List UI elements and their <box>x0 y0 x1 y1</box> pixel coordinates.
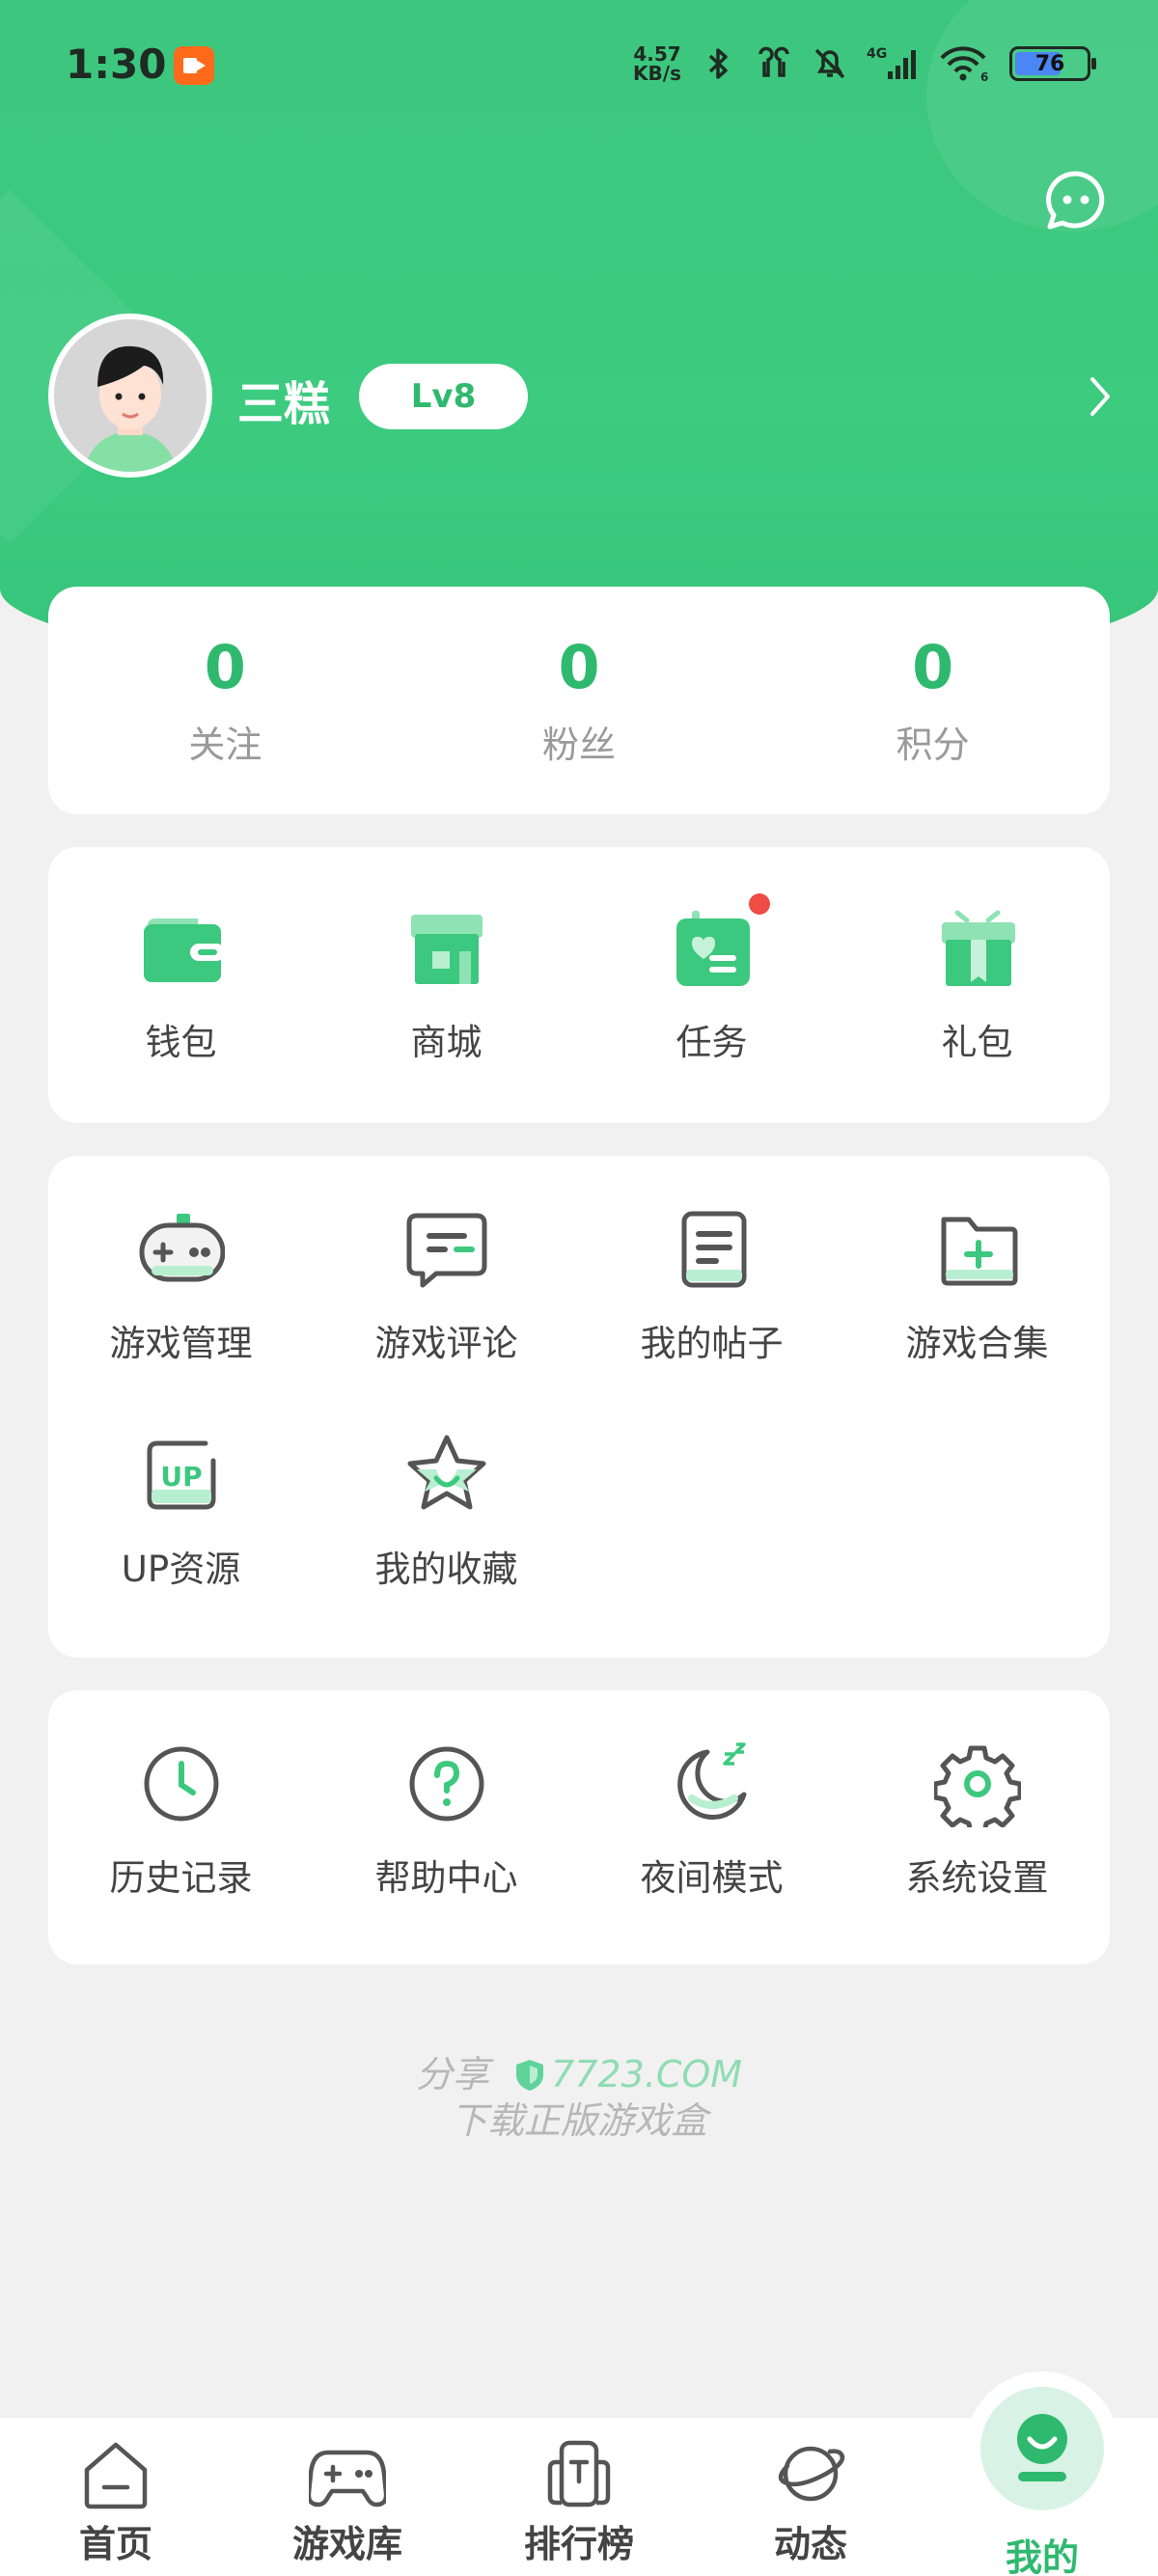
history-button[interactable]: 历史记录 <box>48 1740 314 1964</box>
svg-text:6: 6 <box>980 70 988 83</box>
system-settings-button[interactable]: 系统设置 <box>844 1740 1110 1964</box>
stat-value: 0 <box>558 631 600 702</box>
moon-icon <box>676 1742 746 1821</box>
settings-card: 历史记录 帮助中心 夜间模式 系统设置 <box>48 1690 1110 1964</box>
night-mode-button[interactable]: 夜间模式 <box>579 1740 844 1964</box>
stats-card: 0 关注 0 粉丝 0 积分 <box>48 587 1110 814</box>
stat-value: 0 <box>912 631 954 702</box>
my-favorites-button[interactable]: 我的收藏 <box>314 1432 579 1644</box>
stat-fans[interactable]: 0 粉丝 <box>402 587 757 814</box>
earbuds-icon <box>758 46 789 77</box>
home-icon <box>84 2442 148 2509</box>
planet-icon <box>778 2446 845 2502</box>
share-brand: 7723.COM <box>551 2053 743 2096</box>
game-review-button[interactable]: 游戏评论 <box>314 1206 579 1418</box>
stat-follow[interactable]: 0 关注 <box>48 587 402 814</box>
task-button[interactable]: 任务 <box>579 893 844 1123</box>
gear-icon <box>933 1745 1021 1827</box>
services-card: 游戏管理 游戏评论 我的帖子 游戏合集 UP UP资源 我的收藏 <box>48 1156 1110 1658</box>
help-icon <box>409 1746 483 1822</box>
profile-row[interactable]: 三糕 Lv8 <box>48 314 1119 478</box>
avatar[interactable] <box>48 314 212 478</box>
store-button[interactable]: 商城 <box>314 905 579 1123</box>
gift-button[interactable]: 礼包 <box>844 905 1110 1123</box>
comment-icon <box>406 1213 486 1288</box>
bluetooth-icon <box>708 48 728 79</box>
gamepad-icon <box>139 1214 225 1282</box>
profile-icon <box>1017 2414 1067 2481</box>
chevron-right-icon[interactable] <box>1081 368 1119 425</box>
bottom-tab-bar: 首页 游戏库 排行榜 动态 我的 <box>0 2371 1158 2576</box>
tab-game-library[interactable]: 游戏库 <box>232 2418 463 2576</box>
up-resource-icon: UP <box>147 1440 215 1510</box>
up-resource-button[interactable]: UP UP资源 <box>48 1432 314 1644</box>
tab-activity[interactable]: 动态 <box>695 2418 926 2576</box>
stat-label: 关注 <box>188 723 262 766</box>
gamepad-icon <box>309 2450 386 2507</box>
screen-record-icon <box>174 46 214 85</box>
status-bar: 1:30 4.57 KB/s 4G 6 76 <box>0 0 1158 135</box>
wifi-icon: 6 <box>940 46 988 83</box>
stat-label: 粉丝 <box>542 723 617 766</box>
stat-points[interactable]: 0 积分 <box>756 587 1110 814</box>
game-collection-button[interactable]: 游戏合集 <box>844 1206 1110 1418</box>
ranking-icon <box>547 2440 611 2507</box>
stat-value: 0 <box>204 631 246 702</box>
post-icon <box>681 1211 746 1288</box>
svg-text:4G: 4G <box>867 46 887 62</box>
username[interactable]: 三糕 <box>237 366 330 433</box>
task-icon <box>676 911 750 986</box>
game-management-button[interactable]: 游戏管理 <box>48 1206 314 1418</box>
gift-icon <box>941 910 1015 986</box>
svg-text:UP: UP <box>160 1461 202 1493</box>
quick-entry-card: 钱包 商城 任务 礼包 <box>48 847 1110 1123</box>
avatar-image <box>54 319 207 472</box>
wallet-icon <box>143 918 225 982</box>
net-speed: 4.57 KB/s <box>633 42 681 85</box>
battery-indicator: 76 <box>1009 46 1096 81</box>
folder-plus-icon <box>941 1217 1017 1286</box>
help-center-button[interactable]: 帮助中心 <box>314 1740 579 1964</box>
tab-mine[interactable]: 我的 <box>926 2371 1158 2576</box>
tab-ranking[interactable]: 排行榜 <box>463 2418 695 2576</box>
shield-icon <box>516 2060 544 2091</box>
level-badge: Lv8 <box>359 364 528 429</box>
mute-bell-icon <box>814 48 845 79</box>
my-posts-button[interactable]: 我的帖子 <box>579 1206 844 1418</box>
share-subtitle: 下载正版游戏盒 <box>450 2099 707 2142</box>
stat-label: 积分 <box>896 723 970 766</box>
cellular-signal-icon: 4G <box>867 46 916 79</box>
status-time: 1:30 <box>66 41 167 88</box>
star-icon <box>407 1435 485 1510</box>
tab-home[interactable]: 首页 <box>0 2418 232 2576</box>
share-prefix: 分享 <box>415 2053 489 2096</box>
store-icon <box>410 915 482 984</box>
share-promo[interactable]: 分享 7723.COM 下载正版游戏盒 <box>0 2051 1158 2144</box>
wallet-button[interactable]: 钱包 <box>48 905 314 1123</box>
message-icon[interactable] <box>1042 168 1110 232</box>
clock-icon <box>144 1746 218 1822</box>
